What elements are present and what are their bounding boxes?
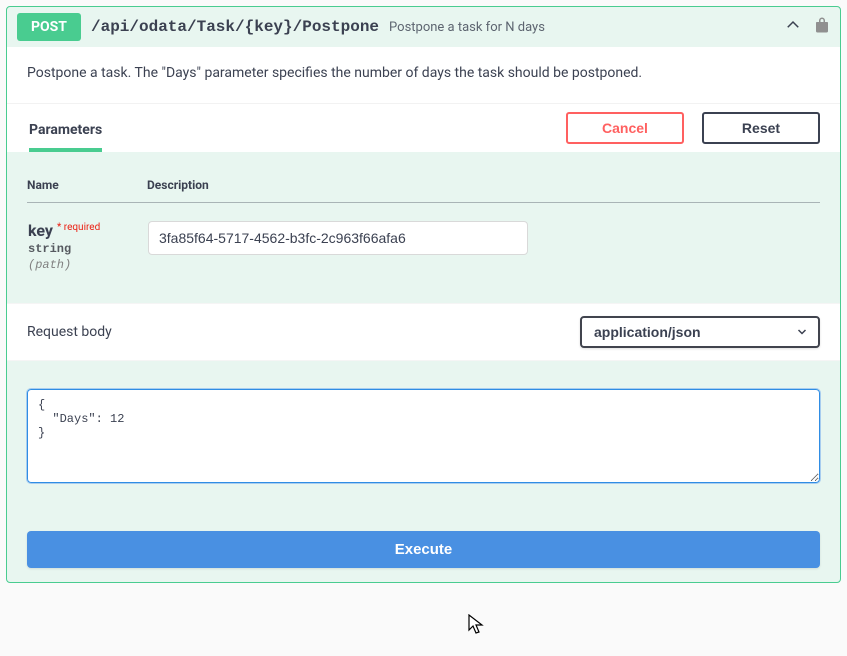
cursor-icon	[468, 614, 486, 640]
content-type-select[interactable]: application/json	[580, 316, 820, 348]
endpoint-path: /api/odata/Task/{key}/Postpone	[91, 18, 379, 36]
param-value-input[interactable]	[148, 221, 528, 255]
parameter-row: key * required string (path)	[27, 203, 820, 274]
http-method-badge: POST	[17, 13, 81, 41]
collapse-chevron-icon[interactable]	[784, 16, 802, 38]
param-name: key	[28, 221, 53, 240]
request-body-section	[7, 361, 840, 495]
column-header-name: Name	[27, 168, 147, 203]
tab-parameters[interactable]: Parameters	[29, 112, 102, 152]
request-body-textarea[interactable]	[27, 389, 820, 483]
request-body-label: Request body	[27, 324, 112, 340]
cancel-button[interactable]: Cancel	[566, 112, 684, 144]
param-required-label: * required	[57, 222, 100, 233]
operation-description: Postpone a task. The "Days" parameter sp…	[7, 47, 840, 103]
request-body-header: Request body application/json	[7, 303, 840, 361]
operation-panel: POST /api/odata/Task/{key}/Postpone Post…	[6, 6, 841, 583]
param-type: string	[28, 242, 146, 256]
param-in: (path)	[28, 258, 146, 272]
execute-button[interactable]: Execute	[27, 531, 820, 568]
reset-button[interactable]: Reset	[702, 112, 820, 144]
operation-summary: Postpone a task for N days	[389, 20, 545, 35]
operation-header[interactable]: POST /api/odata/Task/{key}/Postpone Post…	[7, 7, 840, 47]
parameters-header-row: Parameters Cancel Reset	[7, 103, 840, 152]
column-header-description: Description	[147, 168, 820, 203]
lock-icon[interactable]	[814, 16, 830, 38]
parameters-section: Name Description key * required string (p…	[7, 152, 840, 303]
